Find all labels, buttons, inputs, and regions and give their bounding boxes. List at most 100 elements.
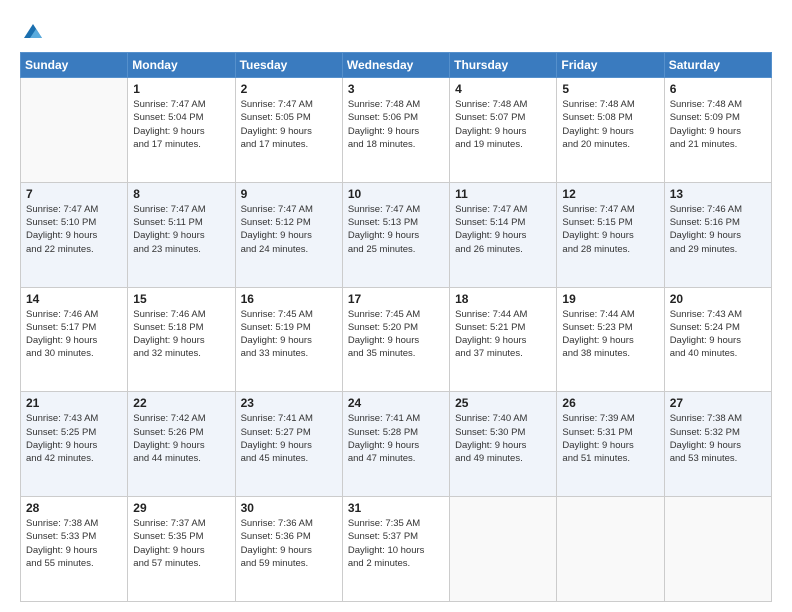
day-info: Sunrise: 7:47 AMSunset: 5:05 PMDaylight:…: [241, 98, 337, 151]
daylight-text-1: Daylight: 9 hours: [241, 545, 312, 556]
weekday-header-tuesday: Tuesday: [235, 53, 342, 78]
sunset-text: Sunset: 5:06 PM: [348, 112, 418, 123]
calendar-cell: [557, 497, 664, 602]
day-number: 12: [562, 187, 658, 201]
sunset-text: Sunset: 5:37 PM: [348, 531, 418, 542]
day-info: Sunrise: 7:47 AMSunset: 5:10 PMDaylight:…: [26, 203, 122, 256]
calendar-cell: 28Sunrise: 7:38 AMSunset: 5:33 PMDayligh…: [21, 497, 128, 602]
day-info: Sunrise: 7:35 AMSunset: 5:37 PMDaylight:…: [348, 517, 444, 570]
day-number: 2: [241, 82, 337, 96]
day-number: 28: [26, 501, 122, 515]
sunrise-text: Sunrise: 7:45 AM: [348, 309, 420, 320]
sunrise-text: Sunrise: 7:46 AM: [670, 204, 742, 215]
day-info: Sunrise: 7:44 AMSunset: 5:23 PMDaylight:…: [562, 308, 658, 361]
daylight-text-2: and 35 minutes.: [348, 348, 416, 359]
sunset-text: Sunset: 5:12 PM: [241, 217, 311, 228]
sunrise-text: Sunrise: 7:41 AM: [241, 413, 313, 424]
calendar-cell: 31 Sunrise: 7:35 AMSunset: 5:37 PMDayligh…: [342, 497, 449, 602]
daylight-text-2: and 51 minutes.: [562, 453, 630, 464]
daylight-text-1: Daylight: 9 hours: [133, 545, 204, 556]
day-info: Sunrise: 7:46 AMSunset: 5:18 PMDaylight:…: [133, 308, 229, 361]
week-row-0: 1Sunrise: 7:47 AMSunset: 5:04 PMDaylight…: [21, 78, 772, 183]
daylight-text-2: and 2 minutes.: [348, 558, 410, 569]
daylight-text-1: Daylight: 9 hours: [455, 126, 526, 137]
sunrise-text: Sunrise: 7:37 AM: [133, 518, 205, 529]
daylight-text-1: Daylight: 9 hours: [348, 126, 419, 137]
day-number: 31: [348, 501, 444, 515]
day-info: Sunrise: 7:47 AMSunset: 5:13 PMDaylight:…: [348, 203, 444, 256]
sunset-text: Sunset: 5:19 PM: [241, 322, 311, 333]
calendar-cell: 27Sunrise: 7:38 AMSunset: 5:32 PMDayligh…: [664, 392, 771, 497]
day-number: 29: [133, 501, 229, 515]
sunrise-text: Sunrise: 7:47 AM: [455, 204, 527, 215]
weekday-header-sunday: Sunday: [21, 53, 128, 78]
day-info: Sunrise: 7:47 AMSunset: 5:15 PMDaylight:…: [562, 203, 658, 256]
calendar-table: SundayMondayTuesdayWednesdayThursdayFrid…: [20, 52, 772, 602]
sunset-text: Sunset: 5:15 PM: [562, 217, 632, 228]
daylight-text-1: Daylight: 9 hours: [455, 440, 526, 451]
calendar-cell: 21Sunrise: 7:43 AMSunset: 5:25 PMDayligh…: [21, 392, 128, 497]
weekday-header-wednesday: Wednesday: [342, 53, 449, 78]
sunrise-text: Sunrise: 7:47 AM: [348, 204, 420, 215]
sunset-text: Sunset: 5:11 PM: [133, 217, 203, 228]
day-number: 16: [241, 292, 337, 306]
calendar-cell: 8Sunrise: 7:47 AMSunset: 5:11 PMDaylight…: [128, 182, 235, 287]
day-number: 22: [133, 396, 229, 410]
weekday-header-thursday: Thursday: [450, 53, 557, 78]
daylight-text-2: and 37 minutes.: [455, 348, 523, 359]
calendar-cell: 20Sunrise: 7:43 AMSunset: 5:24 PMDayligh…: [664, 287, 771, 392]
day-info: Sunrise: 7:37 AMSunset: 5:35 PMDaylight:…: [133, 517, 229, 570]
calendar-cell: 11Sunrise: 7:47 AMSunset: 5:14 PMDayligh…: [450, 182, 557, 287]
calendar-cell: 10Sunrise: 7:47 AMSunset: 5:13 PMDayligh…: [342, 182, 449, 287]
sunrise-text: Sunrise: 7:44 AM: [562, 309, 634, 320]
day-info: Sunrise: 7:38 AMSunset: 5:32 PMDaylight:…: [670, 412, 766, 465]
sunrise-text: Sunrise: 7:42 AM: [133, 413, 205, 424]
daylight-text-1: Daylight: 9 hours: [241, 335, 312, 346]
daylight-text-2: and 38 minutes.: [562, 348, 630, 359]
daylight-text-1: Daylight: 9 hours: [670, 335, 741, 346]
daylight-text-1: Daylight: 10 hours: [348, 545, 425, 556]
calendar-cell: 22Sunrise: 7:42 AMSunset: 5:26 PMDayligh…: [128, 392, 235, 497]
calendar-cell: [21, 78, 128, 183]
daylight-text-2: and 28 minutes.: [562, 244, 630, 255]
daylight-text-2: and 44 minutes.: [133, 453, 201, 464]
sunrise-text: Sunrise: 7:48 AM: [670, 99, 742, 110]
day-number: 30: [241, 501, 337, 515]
daylight-text-2: and 17 minutes.: [133, 139, 201, 150]
daylight-text-2: and 33 minutes.: [241, 348, 309, 359]
daylight-text-2: and 20 minutes.: [562, 139, 630, 150]
day-info: Sunrise: 7:47 AMSunset: 5:11 PMDaylight:…: [133, 203, 229, 256]
day-number: 19: [562, 292, 658, 306]
day-number: 11: [455, 187, 551, 201]
day-number: 3: [348, 82, 444, 96]
logo: [20, 22, 44, 42]
day-info: Sunrise: 7:45 AMSunset: 5:19 PMDaylight:…: [241, 308, 337, 361]
sunset-text: Sunset: 5:20 PM: [348, 322, 418, 333]
day-info: Sunrise: 7:48 AMSunset: 5:08 PMDaylight:…: [562, 98, 658, 151]
day-number: 14: [26, 292, 122, 306]
daylight-text-2: and 47 minutes.: [348, 453, 416, 464]
calendar-cell: 14Sunrise: 7:46 AMSunset: 5:17 PMDayligh…: [21, 287, 128, 392]
daylight-text-2: and 18 minutes.: [348, 139, 416, 150]
day-info: Sunrise: 7:39 AMSunset: 5:31 PMDaylight:…: [562, 412, 658, 465]
day-info: Sunrise: 7:43 AMSunset: 5:24 PMDaylight:…: [670, 308, 766, 361]
daylight-text-1: Daylight: 9 hours: [562, 230, 633, 241]
sunset-text: Sunset: 5:05 PM: [241, 112, 311, 123]
calendar-cell: 3Sunrise: 7:48 AMSunset: 5:06 PMDaylight…: [342, 78, 449, 183]
day-info: Sunrise: 7:45 AMSunset: 5:20 PMDaylight:…: [348, 308, 444, 361]
sunrise-text: Sunrise: 7:41 AM: [348, 413, 420, 424]
day-number: 21: [26, 396, 122, 410]
sunset-text: Sunset: 5:07 PM: [455, 112, 525, 123]
daylight-text-2: and 49 minutes.: [455, 453, 523, 464]
sunrise-text: Sunrise: 7:48 AM: [562, 99, 634, 110]
daylight-text-1: Daylight: 9 hours: [133, 126, 204, 137]
day-info: Sunrise: 7:48 AMSunset: 5:09 PMDaylight:…: [670, 98, 766, 151]
daylight-text-1: Daylight: 9 hours: [455, 230, 526, 241]
sunset-text: Sunset: 5:23 PM: [562, 322, 632, 333]
calendar-cell: 16 Sunrise: 7:45 AMSunset: 5:19 PMDayligh…: [235, 287, 342, 392]
daylight-text-1: Daylight: 9 hours: [241, 230, 312, 241]
sunset-text: Sunset: 5:10 PM: [26, 217, 96, 228]
weekday-header-monday: Monday: [128, 53, 235, 78]
daylight-text-1: Daylight: 9 hours: [670, 440, 741, 451]
day-info: Sunrise: 7:48 AMSunset: 5:07 PMDaylight:…: [455, 98, 551, 151]
